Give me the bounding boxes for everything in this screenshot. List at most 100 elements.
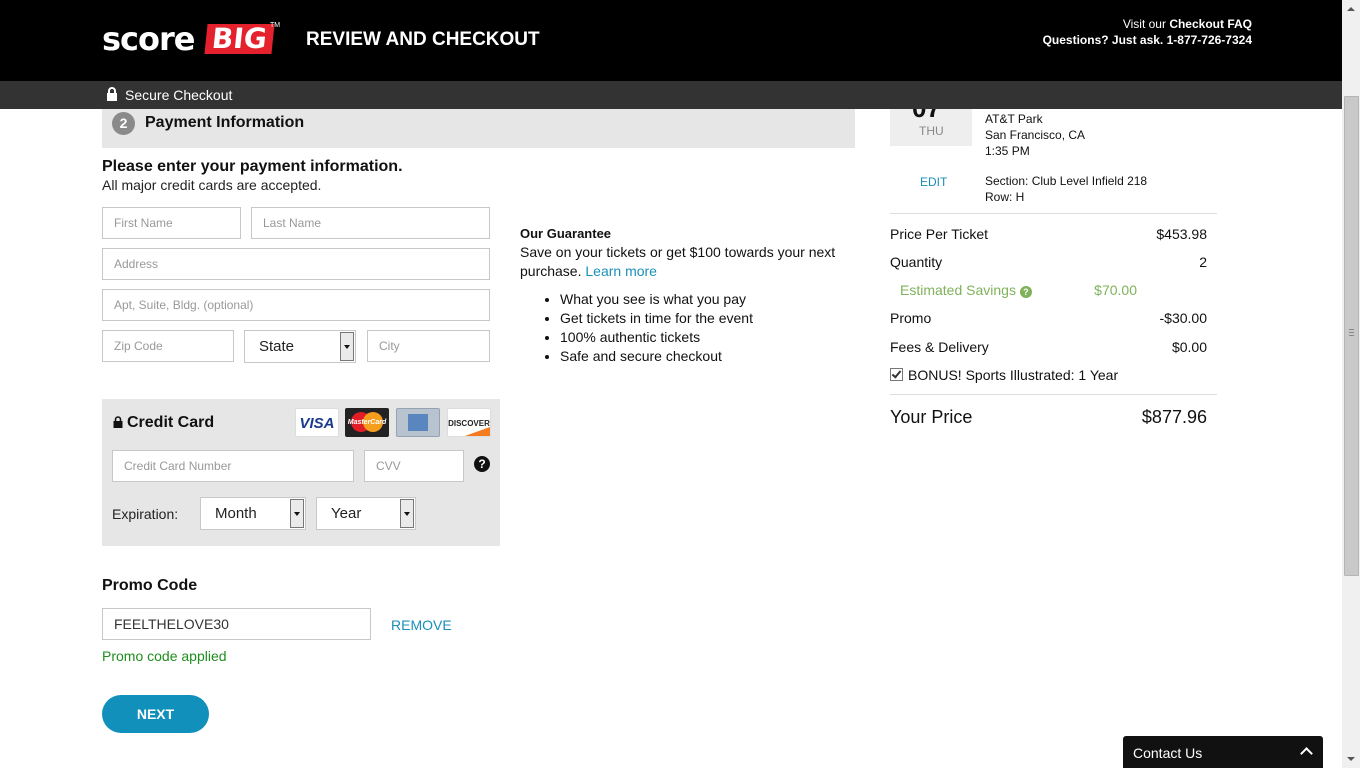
support-phone: Questions? Just ask. 1-877-726-7324 — [1042, 33, 1252, 47]
promo-code-input[interactable]: FEELTHELOVE30 — [102, 608, 371, 640]
guarantee-panel: Our Guarantee Save on your tickets or ge… — [520, 224, 850, 366]
promo-label: Promo — [890, 310, 932, 326]
state-select-value: State — [259, 338, 295, 355]
scrollbar-thumb[interactable] — [1344, 96, 1359, 576]
credit-card-title-row: Credit Card — [113, 414, 214, 432]
savings-help-icon[interactable]: ? — [1019, 286, 1032, 298]
seat-section: Section: Club Level Infield 218 — [985, 174, 1148, 188]
bonus-row: BONUS! Sports Illustrated: 1 Year — [890, 367, 1207, 383]
guarantee-title: Our Guarantee — [520, 226, 612, 241]
zip-code-field[interactable]: Zip Code — [102, 330, 234, 362]
payment-intro-subtext: All major credit cards are accepted. — [102, 177, 322, 193]
event-day-of-week: THU — [919, 124, 944, 138]
guarantee-list: What you see is what you pay Get tickets… — [520, 290, 850, 366]
cvv-field[interactable]: CVV — [364, 450, 464, 482]
vertical-scrollbar[interactable] — [1342, 0, 1360, 768]
secure-checkout-label: Secure Checkout — [125, 87, 233, 103]
first-name-field[interactable]: First Name — [102, 207, 241, 239]
expiration-year-select[interactable]: Year — [316, 497, 416, 530]
fees-label: Fees & Delivery — [890, 339, 989, 355]
total-row: Your Price $877.96 — [890, 407, 1207, 428]
cvv-help-icon[interactable]: ? — [474, 456, 490, 472]
event-venue-info: AT&T Park San Francisco, CA 1:35 PM — [985, 111, 1085, 159]
bonus-checkbox[interactable] — [890, 368, 903, 381]
discover-logo: DISCOVER — [447, 408, 491, 437]
expiration-month-select[interactable]: Month — [200, 497, 306, 530]
year-select-value: Year — [331, 505, 362, 522]
secure-checkout-bar: Secure Checkout — [0, 81, 1342, 109]
price-per-ticket-row: Price Per Ticket $453.98 — [890, 226, 1207, 242]
credit-card-number-field[interactable]: Credit Card Number — [112, 450, 354, 482]
event-day-number: 07 — [912, 109, 941, 124]
address-field[interactable]: Address — [102, 248, 490, 280]
last-name-field[interactable]: Last Name — [251, 207, 490, 239]
expiration-label: Expiration: — [112, 506, 179, 522]
logo-trademark: TM — [270, 22, 281, 29]
next-button[interactable]: NEXT — [102, 695, 209, 733]
discover-stripe — [464, 427, 490, 436]
price-per-ticket-value: $453.98 — [1156, 226, 1207, 242]
event-time: 1:35 PM — [985, 144, 1030, 158]
lock-icon — [113, 416, 123, 428]
dropdown-arrow-icon[interactable] — [340, 332, 354, 361]
city-field[interactable]: City — [367, 330, 490, 362]
remove-promo-link[interactable]: REMOVE — [391, 617, 452, 633]
header-help: Visit our Checkout FAQ Questions? Just a… — [1043, 16, 1252, 48]
payment-section-header: 2 Payment Information — [102, 109, 855, 148]
fees-value: $0.00 — [1171, 339, 1207, 355]
credit-card-title: Credit Card — [127, 414, 215, 431]
lock-icon — [107, 87, 117, 101]
mastercard-label: MasterCard — [347, 419, 387, 426]
scrollbar-grip — [1349, 329, 1354, 330]
venue-name: AT&T Park — [985, 112, 1043, 126]
logo-big-text: BIG — [204, 22, 275, 55]
edit-tickets-link[interactable]: EDIT — [920, 175, 947, 189]
price-per-ticket-label: Price Per Ticket — [890, 226, 989, 242]
chevron-up-icon[interactable] — [1300, 747, 1313, 760]
promo-row: Promo -$30.00 — [890, 310, 1207, 326]
fees-row: Fees & Delivery $0.00 — [890, 339, 1207, 355]
promo-value: -$30.00 — [1159, 310, 1207, 326]
summary-divider — [890, 394, 1217, 395]
guarantee-item: Get tickets in time for the event — [560, 309, 850, 328]
amex-logo — [396, 408, 440, 437]
total-value: $877.96 — [1141, 407, 1207, 427]
order-summary: 07 THU AT&T Park San Francisco, CA 1:35 … — [890, 109, 1217, 449]
venue-city: San Francisco, CA — [985, 128, 1086, 142]
payment-intro-heading: Please enter your payment information. — [102, 158, 403, 175]
estimated-savings-row: Estimated Savings ? $70.00 — [900, 282, 1137, 298]
contact-us-label: Contact Us — [1133, 745, 1203, 761]
apt-field[interactable]: Apt, Suite, Bldg. (optional) — [102, 289, 490, 321]
seat-info: Section: Club Level Infield 218 Row: H — [985, 173, 1147, 205]
guarantee-item: What you see is what you pay — [560, 290, 850, 309]
total-label: Your Price — [890, 407, 973, 427]
visa-logo: VISA — [295, 408, 339, 437]
contact-us-widget[interactable]: Contact Us — [1123, 736, 1323, 768]
promo-applied-status: Promo code applied — [102, 648, 227, 664]
faq-prefix: Visit our — [1122, 17, 1170, 31]
quantity-label: Quantity — [890, 254, 943, 270]
logo-score-text: score — [102, 20, 195, 58]
quantity-row: Quantity 2 — [890, 254, 1207, 270]
scroll-up-arrow-icon[interactable] — [1342, 0, 1360, 18]
month-select-value: Month — [215, 505, 257, 522]
quantity-value: 2 — [1199, 254, 1207, 270]
event-date-box: 07 THU — [890, 109, 972, 146]
credit-card-panel: Credit Card VISA MasterCard DISCOVER Cre… — [102, 399, 500, 546]
top-header: score BIG TM REVIEW AND CHECKOUT Visit o… — [0, 0, 1342, 81]
amex-mark — [408, 414, 428, 431]
payment-section-title: Payment Information — [145, 114, 305, 131]
dropdown-arrow-icon[interactable] — [400, 499, 414, 528]
bonus-label: BONUS! Sports Illustrated: 1 Year — [908, 367, 1119, 383]
mastercard-logo: MasterCard — [345, 408, 389, 437]
scroll-down-arrow-icon[interactable] — [1342, 750, 1360, 768]
state-select[interactable]: State — [244, 330, 356, 363]
guarantee-text: Save on your tickets or get $100 towards… — [520, 244, 836, 279]
dropdown-arrow-icon[interactable] — [290, 499, 304, 528]
checkout-faq-link[interactable]: Checkout FAQ — [1169, 17, 1252, 31]
summary-divider — [890, 213, 1217, 214]
page-title: REVIEW AND CHECKOUT — [306, 29, 540, 50]
promo-code-title: Promo Code — [102, 577, 198, 594]
seat-row: Row: H — [985, 190, 1025, 204]
learn-more-link[interactable]: Learn more — [585, 263, 657, 279]
